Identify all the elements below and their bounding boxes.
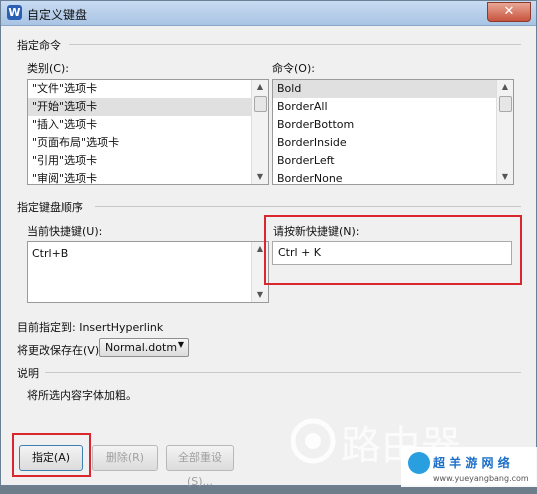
- category-list-item[interactable]: "插入"选项卡: [28, 116, 268, 134]
- assign-button[interactable]: 指定(A): [19, 445, 83, 471]
- chevron-down-icon: ▼: [177, 340, 184, 349]
- wps-app-icon: W: [7, 5, 22, 20]
- commands-listbox[interactable]: Bold BorderAll BorderBottom BorderInside Bor…: [272, 79, 514, 185]
- commands-list: Bold BorderAll BorderBottom BorderInside Bor…: [273, 80, 513, 184]
- command-list-item[interactable]: BorderLeft: [273, 152, 513, 170]
- new-shortcut-label: 请按新快捷键(N):: [273, 225, 360, 238]
- command-list-item[interactable]: BorderBottom: [273, 116, 513, 134]
- new-shortcut-input[interactable]: Ctrl + K: [272, 241, 512, 265]
- save-in-dropdown[interactable]: Normal.dotm ▼: [99, 338, 189, 357]
- command-list-item[interactable]: Bold: [273, 80, 513, 98]
- command-list-item[interactable]: BorderAll: [273, 98, 513, 116]
- save-in-label: 将更改保存在(V):: [17, 344, 103, 357]
- command-list-item[interactable]: BorderInside: [273, 134, 513, 152]
- watermark: 路由器 超 羊 游 网 络 www.yueyangbang.com: [290, 411, 537, 487]
- scroll-up-icon[interactable]: ▲: [252, 80, 268, 94]
- description-text: 将所选内容字体加粗。: [27, 389, 137, 402]
- category-list-item[interactable]: "引用"选项卡: [28, 152, 268, 170]
- watermark-url: www.yueyangbang.com: [433, 474, 529, 483]
- remove-button[interactable]: 删除(R): [92, 445, 158, 471]
- category-list-item[interactable]: "页面布局"选项卡: [28, 134, 268, 152]
- current-keys-list: Ctrl+B: [28, 242, 268, 263]
- scroll-down-icon[interactable]: ▼: [497, 170, 513, 184]
- scroll-thumb[interactable]: [254, 96, 267, 112]
- scroll-down-icon[interactable]: ▼: [252, 288, 268, 302]
- window-title: 自定义键盘: [27, 8, 88, 22]
- save-in-value: Normal.dotm: [105, 341, 178, 354]
- current-keys-label: 当前快捷键(U):: [27, 225, 103, 238]
- watermark-logo-icon: 路由器 超 羊 游 网 络 www.yueyangbang.com: [290, 418, 537, 487]
- category-list-item[interactable]: "文件"选项卡: [28, 80, 268, 98]
- scroll-up-icon[interactable]: ▲: [497, 80, 513, 94]
- categories-listbox[interactable]: "文件"选项卡 "开始"选项卡 "插入"选项卡 "页面布局"选项卡 "引用"选项卡 "审阅…: [27, 79, 269, 185]
- category-list-item[interactable]: "开始"选项卡: [28, 98, 268, 116]
- commands-label: 命令(O):: [272, 62, 315, 75]
- assigned-to-text: 目前指定到: InsertHyperlink: [17, 321, 164, 334]
- scroll-thumb[interactable]: [499, 96, 512, 112]
- categories-scrollbar[interactable]: ▲ ▼: [251, 80, 268, 184]
- commands-group-divider: [69, 44, 521, 45]
- watermark-site: 超 羊 游 网 络: [432, 455, 510, 470]
- current-key-item[interactable]: Ctrl+B: [28, 245, 268, 263]
- description-group-divider: [45, 372, 521, 373]
- category-list-item[interactable]: "审阅"选项卡: [28, 170, 268, 184]
- close-button[interactable]: ✕: [487, 2, 531, 22]
- categories-label: 类别(C):: [27, 62, 69, 75]
- categories-list: "文件"选项卡 "开始"选项卡 "插入"选项卡 "页面布局"选项卡 "引用"选项卡 "审阅…: [28, 80, 268, 184]
- current-keys-listbox[interactable]: Ctrl+B ▲ ▼: [27, 241, 269, 303]
- scroll-down-icon[interactable]: ▼: [252, 170, 268, 184]
- commands-group-title: 指定命令: [17, 39, 61, 52]
- command-list-item[interactable]: BorderNone: [273, 170, 513, 184]
- shortcut-group-divider: [95, 206, 521, 207]
- shortcut-group-title: 指定键盘顺序: [17, 201, 83, 214]
- reset-all-button[interactable]: 全部重设(S)...: [166, 445, 234, 488]
- description-group-title: 说明: [17, 367, 39, 380]
- title-bar[interactable]: W 自定义键盘 ✕: [1, 1, 536, 26]
- commands-scrollbar[interactable]: ▲ ▼: [496, 80, 513, 184]
- customize-keyboard-dialog: W 自定义键盘 ✕ 指定命令 类别(C): "文件"选项卡 "开始"选项卡 "插入"…: [0, 0, 537, 488]
